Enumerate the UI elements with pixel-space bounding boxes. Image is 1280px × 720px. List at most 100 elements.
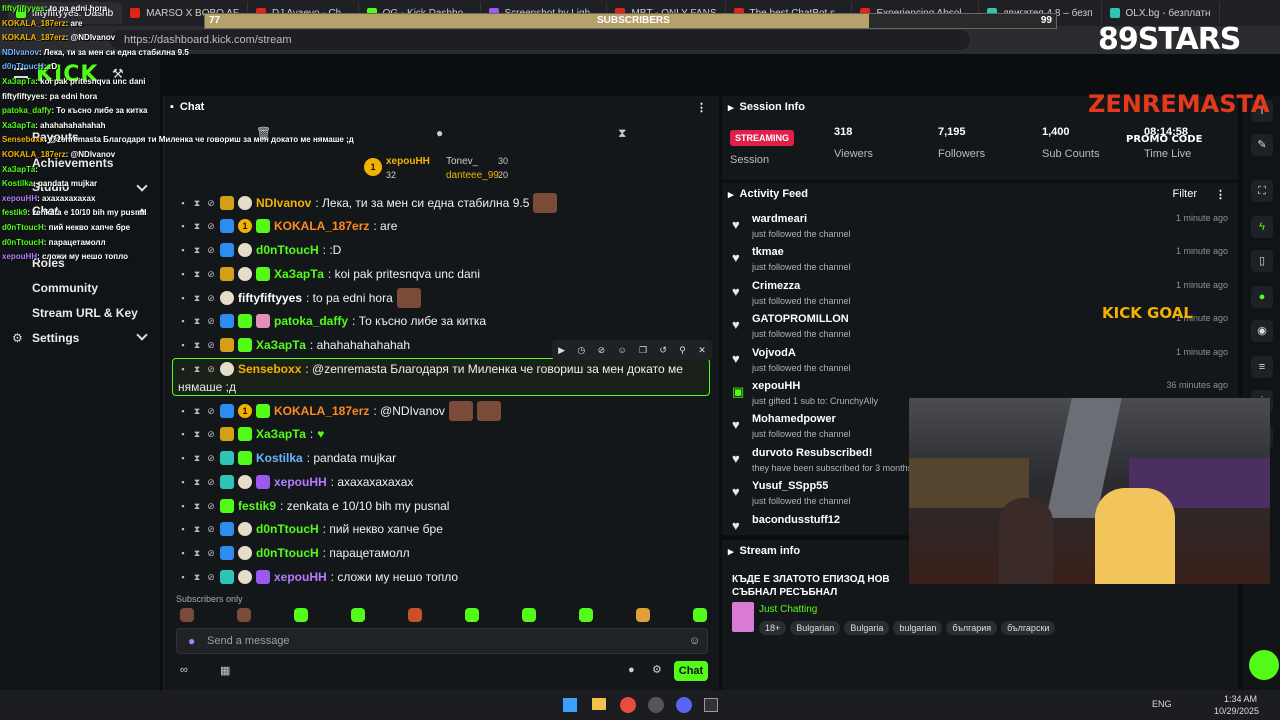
- tag[interactable]: bulgarian: [893, 621, 943, 635]
- timeout-icon[interactable]: ⧗: [192, 572, 202, 582]
- chat-username[interactable]: Senseboxx: [238, 362, 301, 376]
- timeout-icon[interactable]: ⧗: [192, 524, 202, 534]
- timeout-icon[interactable]: ⧗: [192, 316, 202, 326]
- ban-icon[interactable]: ⊘: [206, 316, 216, 326]
- emote-shortcut[interactable]: [180, 608, 194, 622]
- chat-username[interactable]: ХаЗарТа: [274, 267, 324, 281]
- ban-icon[interactable]: ⊘: [206, 245, 216, 255]
- timeout-icon[interactable]: ⧗: [192, 245, 202, 255]
- chat-input[interactable]: Send a message: [176, 628, 708, 654]
- chat-message[interactable]: ▪ ⧗ ⊘ patoka_daffy: То късно либе за китка: [178, 310, 709, 332]
- emote-shortcut[interactable]: [351, 608, 365, 622]
- ban-icon[interactable]: ⊘: [206, 293, 216, 303]
- activity-username[interactable]: Crimezza: [752, 280, 800, 292]
- chat-message[interactable]: ▪ ⧗ ⊘ d0nTtoucH: :D: [178, 239, 709, 261]
- chat-message[interactable]: ▪ ⧗ ⊘ NDIvanov: Лека, ти за мен си една ста…: [178, 192, 709, 214]
- timeout-icon[interactable]: ⧗: [192, 340, 202, 350]
- discord-icon[interactable]: [676, 697, 692, 713]
- trash-icon[interactable]: ▪: [178, 293, 188, 303]
- layers-icon[interactable]: ≡: [1251, 356, 1273, 378]
- emote-shortcut[interactable]: [294, 608, 308, 622]
- ban-icon[interactable]: ⊘: [206, 221, 216, 231]
- support-chat-button[interactable]: [1249, 650, 1279, 680]
- hourglass-icon[interactable]: ⧗: [618, 126, 626, 141]
- url-input[interactable]: https://dashboard.kick.com/stream: [110, 30, 970, 50]
- trash-icon[interactable]: ▪: [178, 477, 188, 487]
- timeout-icon[interactable]: ⧗: [192, 429, 202, 439]
- activity-item[interactable]: ♥ wardmeari just followed the channel 1 min…: [730, 211, 1228, 243]
- file-explorer-icon[interactable]: [592, 698, 606, 710]
- tag[interactable]: 18+: [759, 621, 787, 635]
- activity-username[interactable]: GATOPROMILLON: [752, 313, 849, 325]
- activity-username[interactable]: durvoto Resubscribed!: [752, 447, 872, 459]
- emote-shortcut[interactable]: [636, 608, 650, 622]
- chat-username[interactable]: d0nTtoucH: [256, 243, 319, 257]
- ban-icon[interactable]: ⊘: [206, 364, 216, 374]
- chat-username[interactable]: d0nTtoucH: [256, 522, 319, 536]
- chat-message[interactable]: ▪ ⧗ ⊘ xepouHH: сложи му нешо топло: [178, 566, 709, 588]
- emote-shortcut[interactable]: [579, 608, 593, 622]
- terminal-icon[interactable]: [704, 698, 718, 712]
- trash-icon[interactable]: ▪: [178, 453, 188, 463]
- activity-username[interactable]: wardmeari: [752, 213, 807, 225]
- trash-icon[interactable]: ▪: [178, 572, 188, 582]
- ban-icon[interactable]: ⊘: [206, 477, 216, 487]
- timeout-icon[interactable]: ⧗: [192, 269, 202, 279]
- chat-username[interactable]: NDIvanov: [256, 196, 311, 210]
- chat-username[interactable]: ХаЗарТа: [256, 427, 306, 441]
- gear-icon[interactable]: ⚙: [652, 663, 662, 676]
- ban-icon[interactable]: ⊘: [206, 572, 216, 582]
- emote-shortcut[interactable]: [522, 608, 536, 622]
- timeout-icon[interactable]: ⧗: [192, 406, 202, 416]
- chat-username[interactable]: festik9: [238, 499, 276, 513]
- ban-icon[interactable]: ⊘: [206, 548, 216, 558]
- chat-message[interactable]: ▪ ⧗ ⊘ 1 KOKALA_187erz: are: [178, 215, 709, 237]
- timeout-icon[interactable]: ⧗: [192, 198, 202, 208]
- timeout-icon[interactable]: ⧗: [192, 221, 202, 231]
- clock-date[interactable]: 10/29/2025: [1214, 706, 1259, 716]
- microphone-icon[interactable]: ●: [188, 634, 195, 648]
- broadcast-icon[interactable]: ◉: [1251, 320, 1273, 342]
- chat-message[interactable]: ▪ ⧗ ⊘ festik9: zenkata e 10/10 bih my pusna…: [178, 495, 709, 517]
- chat-message[interactable]: ▪ ⧗ ⊘ d0nTtoucH: парацетамолл: [178, 542, 709, 564]
- chat-message[interactable]: ▪ ⧗ ⊘ Kostilka: pandata mujkar: [178, 447, 709, 469]
- obs-icon[interactable]: [648, 697, 664, 713]
- chat-username[interactable]: KOKALA_187erz: [274, 219, 369, 233]
- trash-icon[interactable]: ▪: [178, 198, 188, 208]
- edit-icon[interactable]: ✎: [1251, 134, 1273, 156]
- chevron-down-icon[interactable]: [136, 329, 148, 341]
- chat-username[interactable]: fiftyfiftyyes: [238, 291, 302, 305]
- clock-time[interactable]: 1:34 AM: [1224, 694, 1257, 704]
- trash-icon[interactable]: ▪: [178, 406, 188, 416]
- ban-icon[interactable]: ⊘: [206, 501, 216, 511]
- windows-start-icon[interactable]: [563, 698, 577, 712]
- ban-icon[interactable]: ⊘: [206, 406, 216, 416]
- tag[interactable]: Bulgaria: [844, 621, 890, 635]
- chrome-icon[interactable]: [620, 697, 636, 713]
- mobile-icon[interactable]: ▯: [1251, 250, 1273, 272]
- activity-username[interactable]: xepouHH: [752, 380, 800, 392]
- timeout-icon[interactable]: ⧗: [192, 364, 202, 374]
- trash-icon[interactable]: ▪: [178, 221, 188, 231]
- chat-username[interactable]: patoka_daffy: [274, 314, 348, 328]
- tag[interactable]: българия: [946, 621, 998, 635]
- tag[interactable]: български: [1001, 621, 1056, 635]
- chat-icon[interactable]: ●: [1251, 286, 1273, 308]
- trash-icon[interactable]: ▪: [178, 548, 188, 558]
- send-chat-button[interactable]: Chat: [674, 661, 708, 681]
- chat-message[interactable]: ▪ ⧗ ⊘ xepouHH: axaxaxaxaxax: [178, 471, 709, 493]
- emote-shortcut[interactable]: [408, 608, 422, 622]
- link-icon[interactable]: ∞: [180, 664, 188, 676]
- ban-icon[interactable]: ⊘: [206, 198, 216, 208]
- filter-button[interactable]: Filter: [1173, 188, 1197, 200]
- trash-icon[interactable]: ▪: [178, 364, 188, 374]
- activity-username[interactable]: Mohamedpower: [752, 413, 836, 425]
- timeout-icon[interactable]: ⧗: [192, 293, 202, 303]
- nav-item-community[interactable]: Community: [32, 281, 98, 295]
- expand-icon[interactable]: ⛶: [1251, 180, 1273, 202]
- lightning-icon[interactable]: ϟ: [1251, 216, 1273, 238]
- language-indicator[interactable]: ENG: [1152, 699, 1172, 709]
- activity-username[interactable]: tkmae: [752, 246, 784, 258]
- ban-icon[interactable]: ⊘: [206, 269, 216, 279]
- chat-message[interactable]: ▪ ⧗ ⊘ ХаЗарТа: koi pak pritesnqva unc dani: [178, 263, 709, 285]
